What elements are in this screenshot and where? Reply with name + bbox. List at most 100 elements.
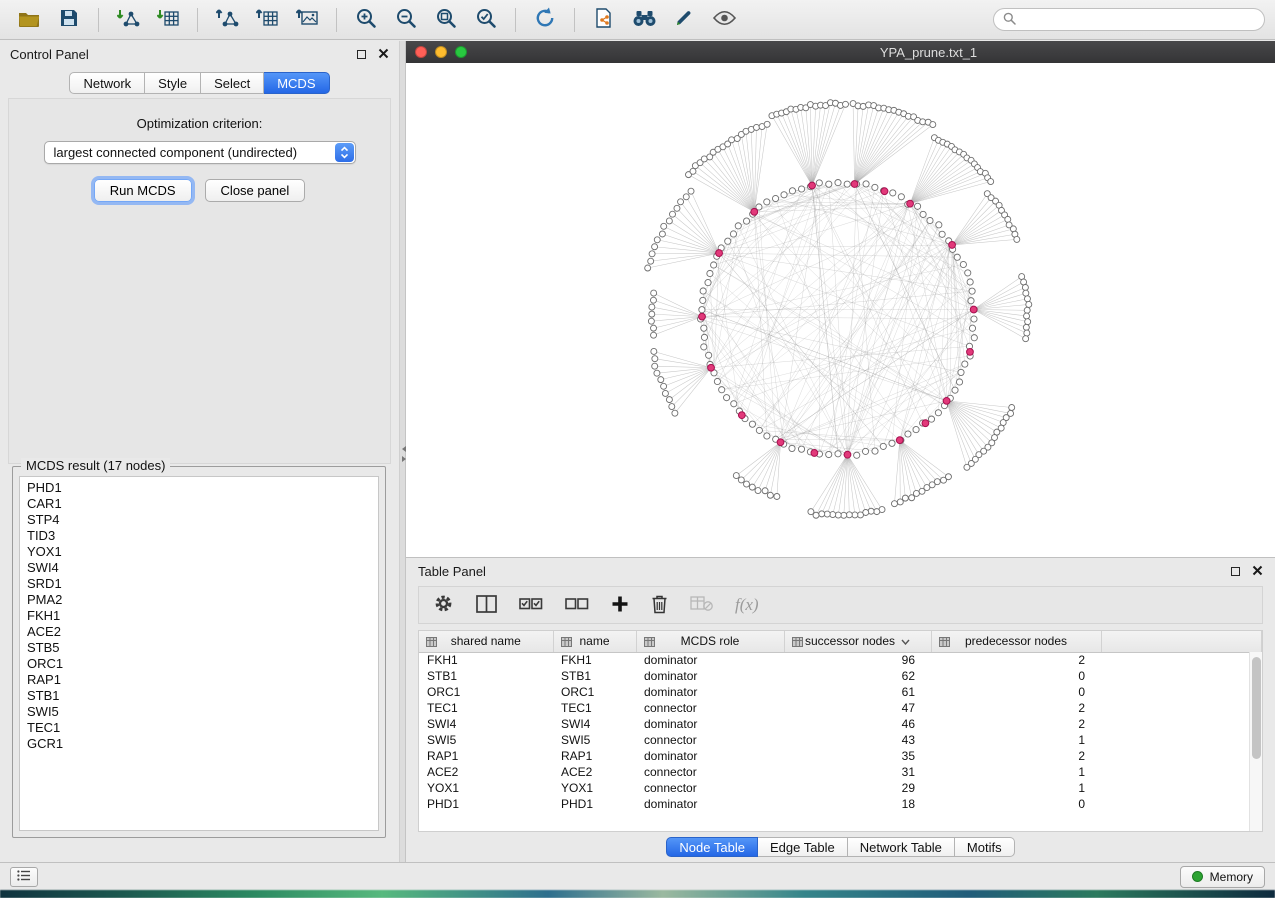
table-cell[interactable]: ORC1 xyxy=(419,684,553,700)
window-minimize-icon[interactable] xyxy=(435,46,447,58)
memory-button[interactable]: Memory xyxy=(1180,866,1265,888)
mcds-result-item[interactable]: TEC1 xyxy=(27,720,378,736)
table-cell[interactable]: YOX1 xyxy=(419,780,553,796)
table-scrollbar-thumb[interactable] xyxy=(1252,657,1261,759)
table-row[interactable]: ORC1ORC1dominator610 xyxy=(419,684,1262,700)
table-cell[interactable]: 31 xyxy=(784,764,931,780)
table-row[interactable]: STB1STB1dominator620 xyxy=(419,668,1262,684)
table-row[interactable]: RAP1RAP1dominator352 xyxy=(419,748,1262,764)
table-cell[interactable]: FKH1 xyxy=(553,652,636,668)
table-cell[interactable]: 1 xyxy=(931,732,1101,748)
table-row[interactable]: YOX1YOX1connector291 xyxy=(419,780,1262,796)
tab-node-table[interactable]: Node Table xyxy=(666,837,758,857)
vertical-splitter[interactable] xyxy=(399,41,406,862)
table-settings-button[interactable] xyxy=(433,593,454,617)
mcds-result-item[interactable]: GCR1 xyxy=(27,736,378,752)
select-all-button[interactable] xyxy=(519,596,543,615)
tab-network[interactable]: Network xyxy=(69,72,145,94)
save-session-button[interactable] xyxy=(50,4,88,36)
table-cell[interactable]: ACE2 xyxy=(553,764,636,780)
tab-network-table[interactable]: Network Table xyxy=(848,837,955,857)
refresh-button[interactable] xyxy=(526,4,564,36)
table-row[interactable]: PHD1PHD1dominator180 xyxy=(419,796,1262,812)
export-image-button[interactable] xyxy=(288,4,326,36)
table-cell[interactable]: 1 xyxy=(931,780,1101,796)
search-input[interactable] xyxy=(1022,13,1255,27)
table-cell[interactable]: 47 xyxy=(784,700,931,716)
tab-edge-table[interactable]: Edge Table xyxy=(758,837,848,857)
table-cell[interactable]: dominator xyxy=(636,796,784,812)
table-cell[interactable]: connector xyxy=(636,700,784,716)
delete-column-button[interactable] xyxy=(651,594,668,617)
table-cell[interactable]: 0 xyxy=(931,796,1101,812)
float-panel-icon[interactable] xyxy=(357,50,366,59)
table-cell[interactable]: dominator xyxy=(636,668,784,684)
show-columns-button[interactable] xyxy=(476,595,497,616)
apply-style-button[interactable] xyxy=(665,4,703,36)
show-graphics-details-button[interactable] xyxy=(705,4,743,36)
export-table-button[interactable] xyxy=(248,4,286,36)
table-cell[interactable]: TEC1 xyxy=(553,700,636,716)
export-network-button[interactable] xyxy=(208,4,246,36)
mcds-result-item[interactable]: TID3 xyxy=(27,528,378,544)
table-cell[interactable]: connector xyxy=(636,780,784,796)
table-cell[interactable]: 18 xyxy=(784,796,931,812)
mcds-result-item[interactable]: RAP1 xyxy=(27,672,378,688)
table-cell[interactable]: 2 xyxy=(931,748,1101,764)
table-cell[interactable]: YOX1 xyxy=(553,780,636,796)
zoom-selected-button[interactable] xyxy=(467,4,505,36)
network-canvas[interactable] xyxy=(406,63,1275,557)
table-cell[interactable]: RAP1 xyxy=(553,748,636,764)
table-cell[interactable]: SWI5 xyxy=(419,732,553,748)
column-header-predecessor-nodes[interactable]: predecessor nodes xyxy=(931,631,1101,652)
table-row[interactable]: SWI4SWI4dominator462 xyxy=(419,716,1262,732)
zoom-fit-button[interactable] xyxy=(427,4,465,36)
column-header-successor-nodes[interactable]: successor nodes xyxy=(784,631,931,652)
table-cell[interactable]: dominator xyxy=(636,684,784,700)
table-cell[interactable]: 0 xyxy=(931,668,1101,684)
tab-style[interactable]: Style xyxy=(145,72,201,94)
mcds-result-item[interactable]: CAR1 xyxy=(27,496,378,512)
zoom-out-button[interactable] xyxy=(387,4,425,36)
column-header-name[interactable]: name xyxy=(553,631,636,652)
table-cell[interactable]: 96 xyxy=(784,652,931,668)
mcds-result-item[interactable]: ORC1 xyxy=(27,656,378,672)
table-cell[interactable]: FKH1 xyxy=(419,652,553,668)
network-window-titlebar[interactable]: YPA_prune.txt_1 xyxy=(406,41,1275,63)
add-column-button[interactable] xyxy=(611,595,629,616)
column-header-mcds-role[interactable]: MCDS role xyxy=(636,631,784,652)
table-cell[interactable]: ACE2 xyxy=(419,764,553,780)
table-cell[interactable]: STB1 xyxy=(419,668,553,684)
delete-table-button[interactable] xyxy=(690,595,713,615)
table-cell[interactable]: 1 xyxy=(931,764,1101,780)
table-cell[interactable]: dominator xyxy=(636,748,784,764)
mcds-result-item[interactable]: ACE2 xyxy=(27,624,378,640)
copy-document-button[interactable] xyxy=(585,4,623,36)
deselect-all-button[interactable] xyxy=(565,596,589,615)
close-panel-button[interactable]: Close panel xyxy=(205,179,306,202)
mcds-result-item[interactable]: STP4 xyxy=(27,512,378,528)
zoom-in-button[interactable] xyxy=(347,4,385,36)
tab-select[interactable]: Select xyxy=(201,72,264,94)
mcds-result-item[interactable]: PHD1 xyxy=(27,480,378,496)
table-cell[interactable]: 0 xyxy=(931,684,1101,700)
window-close-icon[interactable] xyxy=(415,46,427,58)
mcds-result-item[interactable]: STB5 xyxy=(27,640,378,656)
table-cell[interactable]: 46 xyxy=(784,716,931,732)
import-table-button[interactable] xyxy=(149,4,187,36)
close-panel-icon[interactable] xyxy=(1252,564,1263,579)
table-cell[interactable]: dominator xyxy=(636,652,784,668)
run-mcds-button[interactable]: Run MCDS xyxy=(94,179,192,202)
table-cell[interactable]: dominator xyxy=(636,716,784,732)
table-cell[interactable]: 2 xyxy=(931,652,1101,668)
table-cell[interactable]: PHD1 xyxy=(419,796,553,812)
column-header-shared-name[interactable]: shared name xyxy=(419,631,553,652)
table-cell[interactable]: STB1 xyxy=(553,668,636,684)
table-cell[interactable]: 62 xyxy=(784,668,931,684)
window-zoom-icon[interactable] xyxy=(455,46,467,58)
table-cell[interactable]: 61 xyxy=(784,684,931,700)
table-row[interactable]: SWI5SWI5connector431 xyxy=(419,732,1262,748)
mcds-result-item[interactable]: SWI4 xyxy=(27,560,378,576)
table-cell[interactable]: PHD1 xyxy=(553,796,636,812)
table-row[interactable]: FKH1FKH1dominator962 xyxy=(419,652,1262,668)
